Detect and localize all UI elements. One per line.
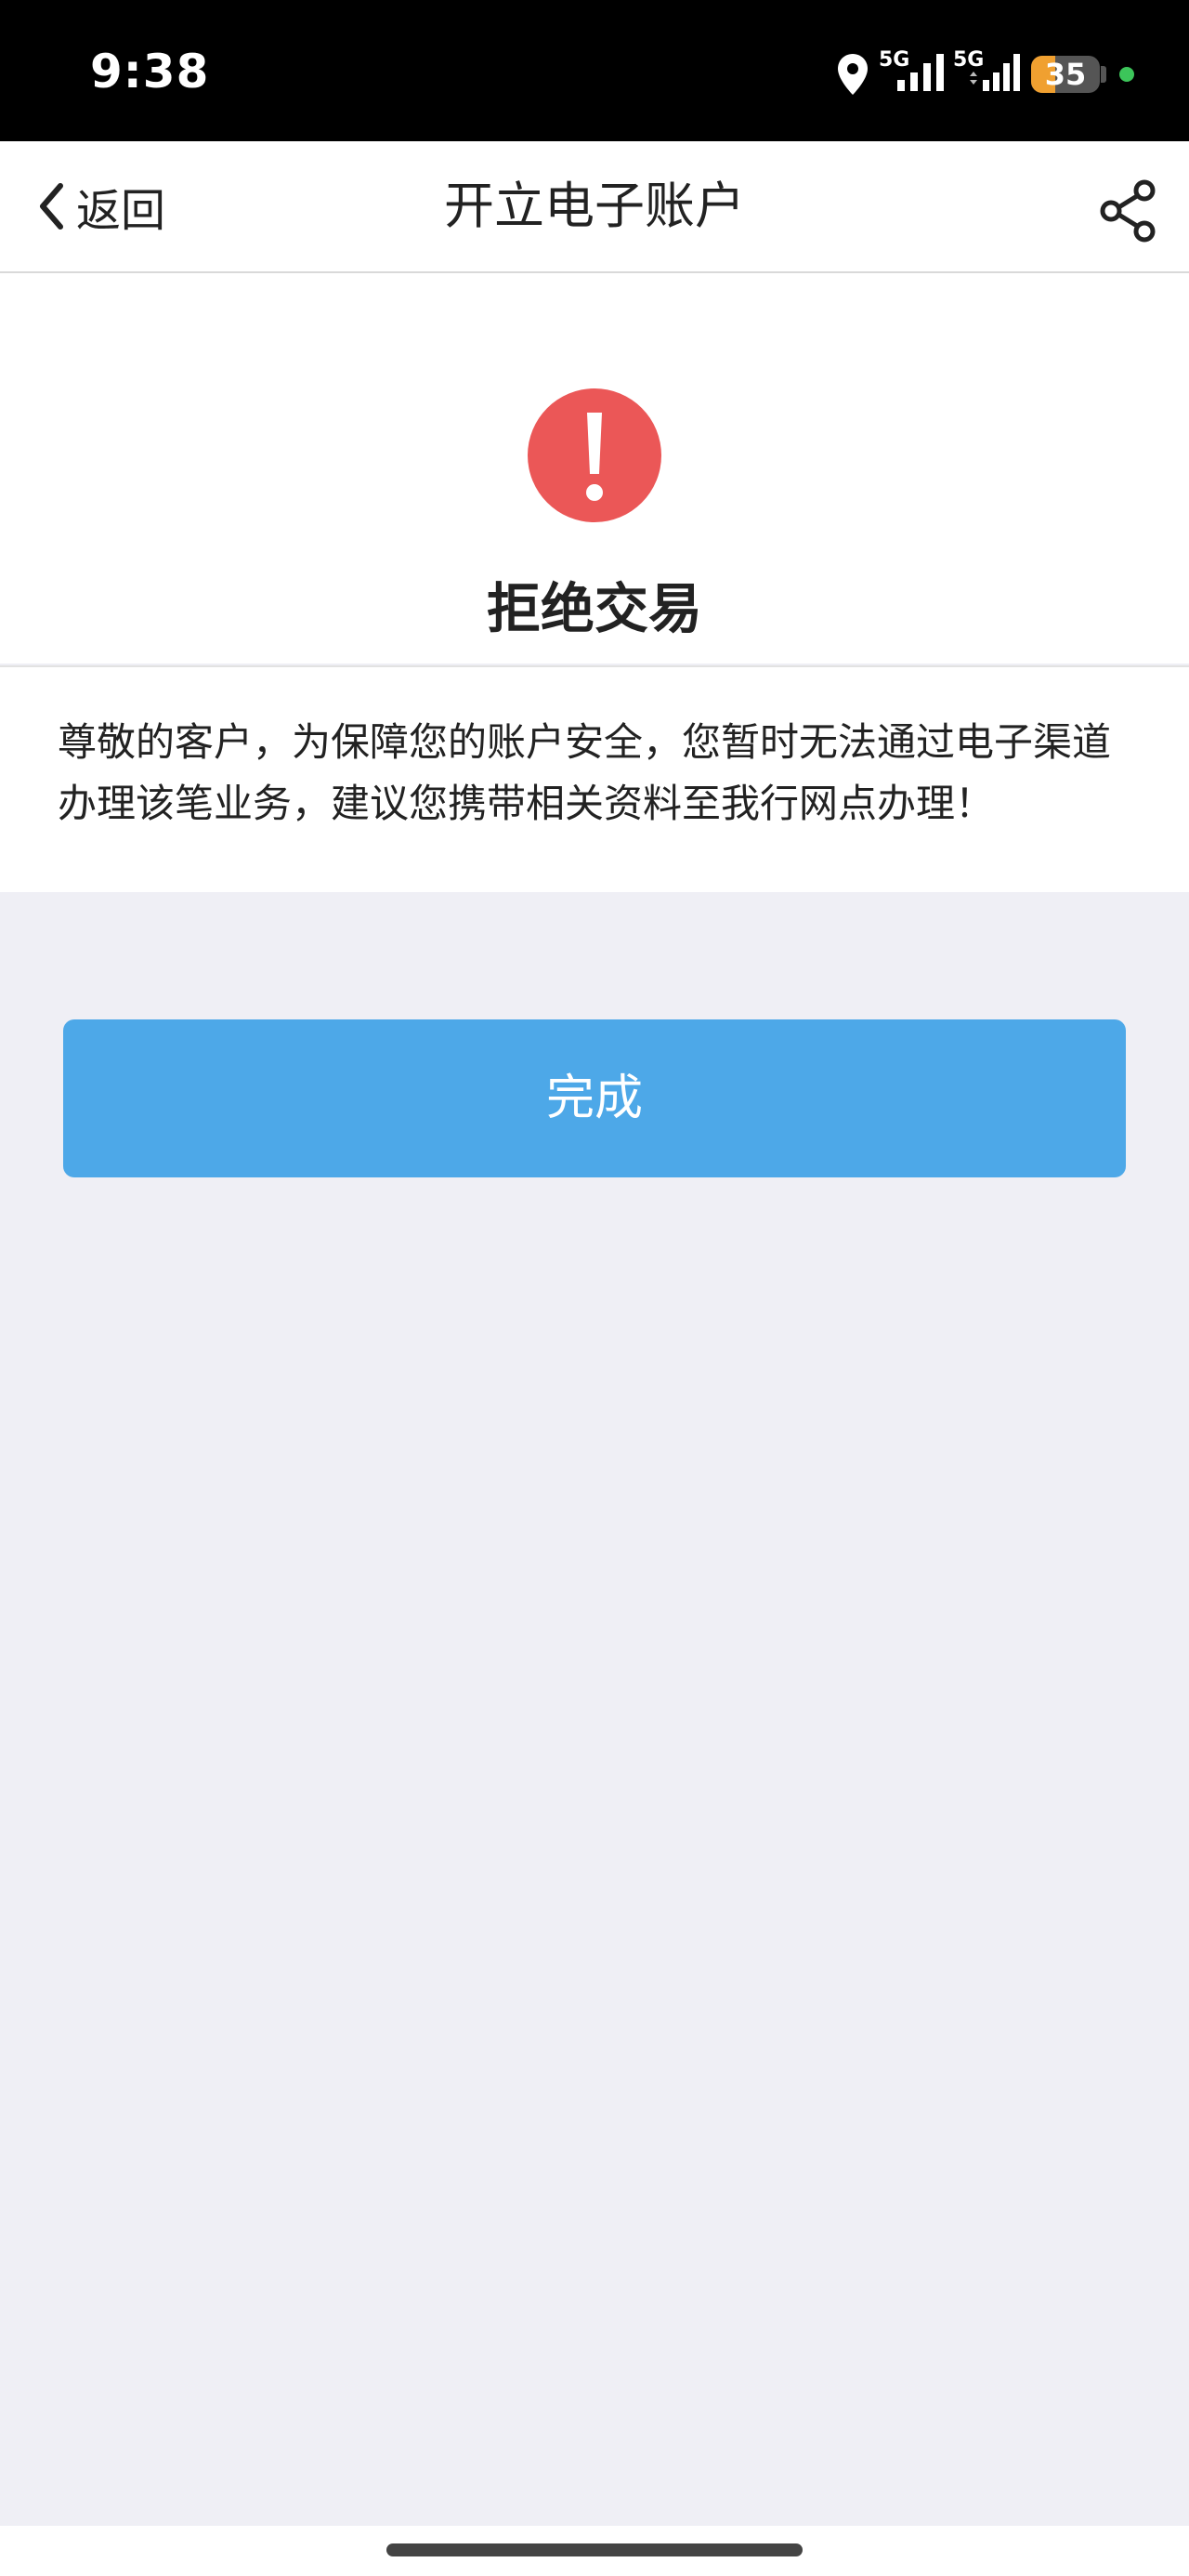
battery-icon: 35 [1031,56,1100,93]
share-icon [1100,179,1156,243]
status-bar: 9:38 5G 5G 35 [0,0,1189,141]
privacy-indicator-dot [1119,67,1134,82]
exclamation-circle-icon [528,388,661,522]
signal-icon-2 [970,54,1020,91]
share-button[interactable] [1096,178,1161,243]
done-button[interactable]: 完成 [63,1019,1126,1177]
location-icon [838,54,868,95]
battery-level: 35 [1044,57,1087,92]
page-title: 开立电子账户 [444,177,745,235]
result-message: 尊敬的客户，为保障您的账户安全，您暂时无法通过电子渠道办理该笔业务，建议您携带相… [58,719,1112,826]
result-title: 拒绝交易 [486,577,702,640]
status-time: 9:38 [90,45,210,99]
status-icons: 5G 5G 35 [817,0,1189,141]
battery-tip [1101,66,1106,83]
message-card: 尊敬的客户，为保障您的账户安全，您暂时无法通过电子渠道办理该笔业务，建议您携带相… [0,667,1189,892]
signal-icon-1 [897,54,944,91]
result-card: 拒绝交易 [0,273,1189,664]
nav-bar: 返回 开立电子账户 [0,141,1189,273]
home-indicator[interactable] [386,2543,803,2556]
